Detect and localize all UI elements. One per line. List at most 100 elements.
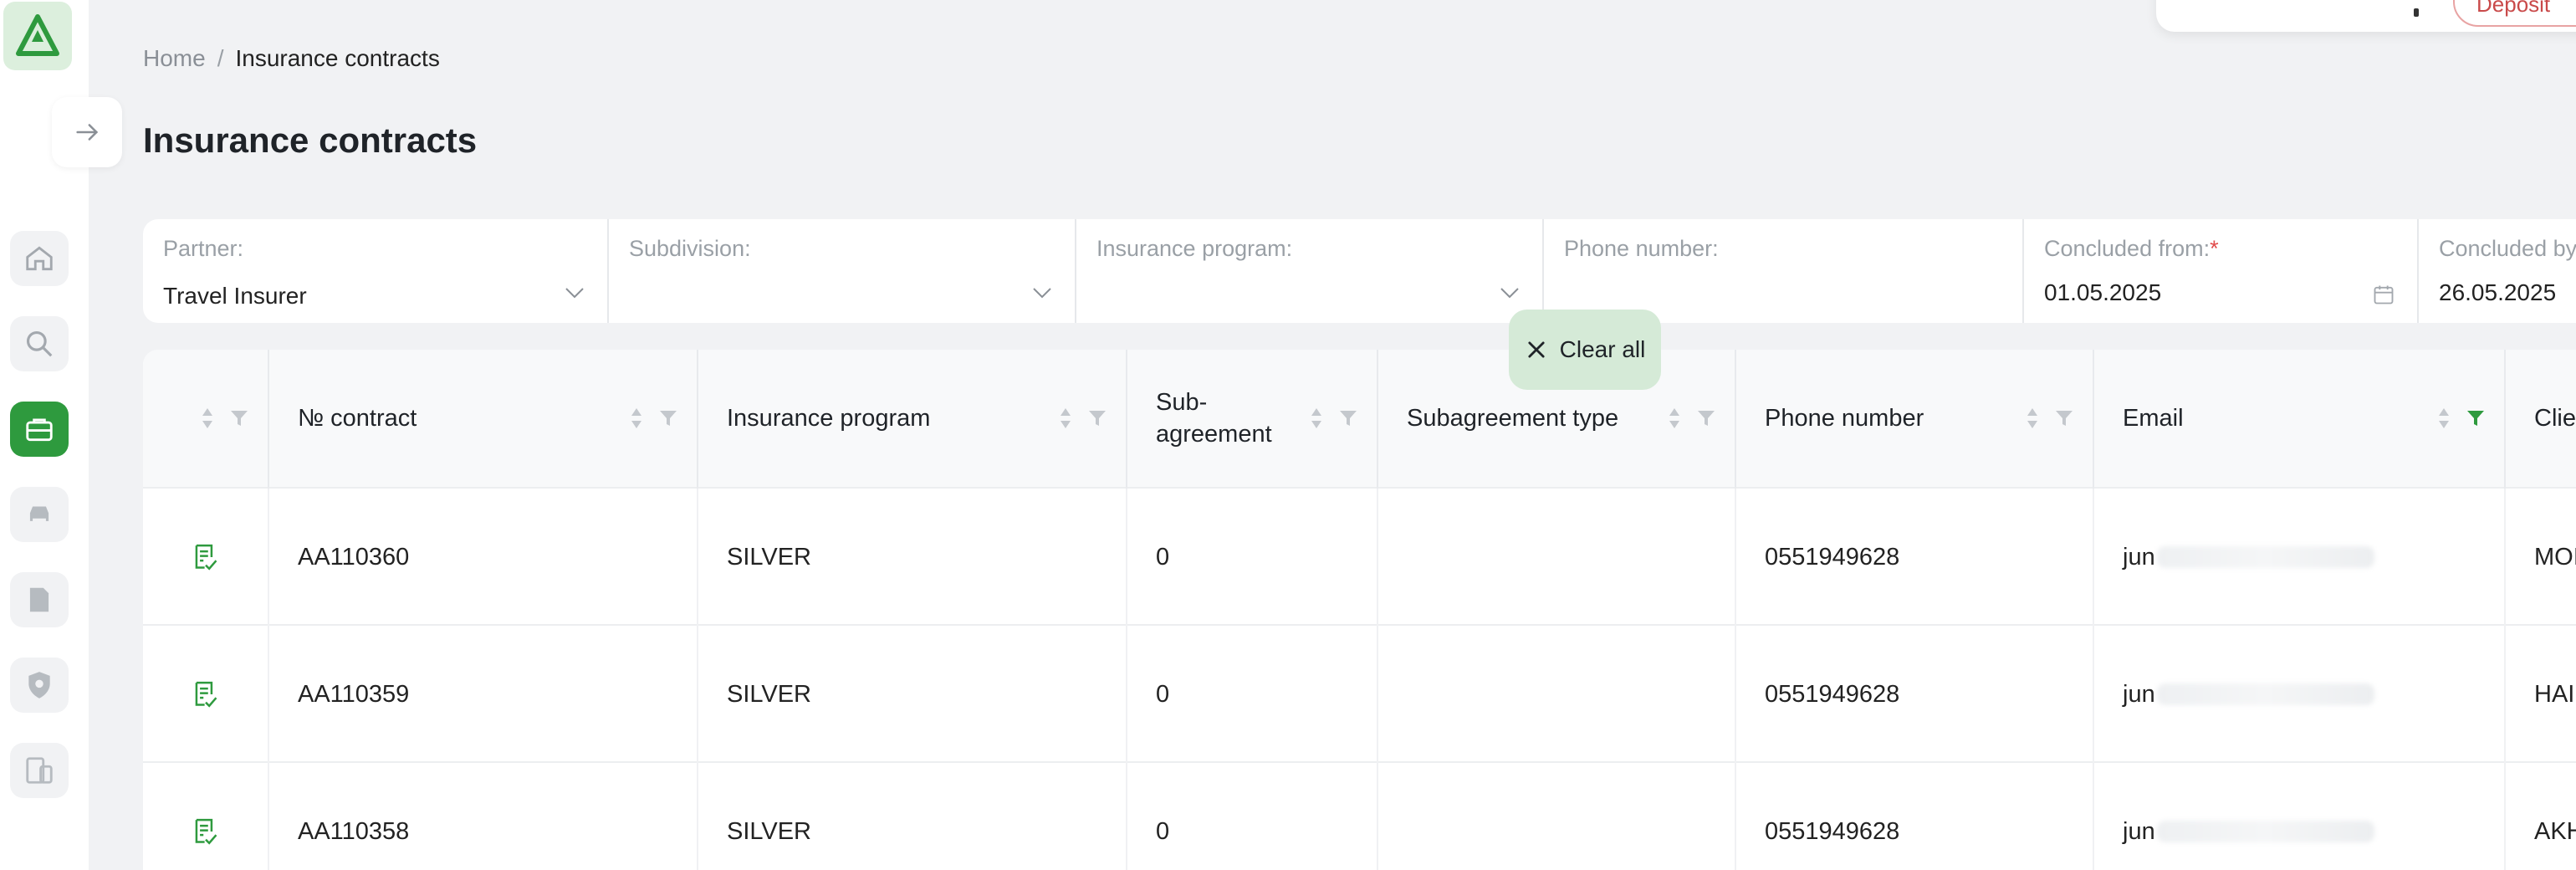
car-icon bbox=[29, 506, 49, 521]
sidebar-collapse-button[interactable] bbox=[52, 97, 122, 167]
column-header-email[interactable]: Email bbox=[2094, 350, 2506, 489]
document-icon bbox=[29, 587, 49, 612]
sort-icon[interactable] bbox=[1059, 407, 1072, 430]
filter-icon[interactable] bbox=[1696, 409, 1716, 427]
required-mark: * bbox=[2210, 236, 2219, 261]
contract-signed-icon[interactable] bbox=[192, 679, 220, 709]
insurance-program-label: Insurance program: bbox=[1096, 236, 1293, 261]
chevron-down-icon bbox=[1500, 288, 1519, 299]
contracts-table: № contract Insurance program Sub-agreeme… bbox=[143, 350, 2576, 870]
filter-icon[interactable] bbox=[658, 409, 678, 427]
sort-icon[interactable] bbox=[2437, 407, 2451, 430]
filter-active-icon[interactable] bbox=[2466, 409, 2486, 427]
sort-icon[interactable] bbox=[630, 407, 643, 430]
chevron-down-icon bbox=[1033, 288, 1051, 299]
column-controls bbox=[2026, 407, 2074, 430]
table-row[interactable]: AA110360 SILVER 0 0551949628 jun MOI bbox=[143, 489, 2576, 626]
page-title: Insurance contracts bbox=[143, 120, 478, 160]
concluded-from-label-text: Concluded from: bbox=[2044, 236, 2211, 261]
subagreement-cell: 0 bbox=[1127, 626, 1378, 763]
shield-icon bbox=[28, 672, 50, 699]
sidebar-item-documents[interactable] bbox=[10, 572, 69, 627]
email-cell: jun bbox=[2094, 626, 2506, 763]
breadcrumb-home-link[interactable]: Home bbox=[143, 45, 206, 71]
sidebar-item-vehicles[interactable] bbox=[10, 487, 69, 542]
sidebar-item-security[interactable] bbox=[10, 658, 69, 713]
close-icon bbox=[1528, 341, 1545, 358]
column-label: № contract bbox=[298, 405, 417, 432]
subdivision-select[interactable]: Subdivision: bbox=[609, 219, 1076, 323]
contract-signed-icon[interactable] bbox=[192, 816, 220, 847]
column-header-subagreement[interactable]: Sub-agreement bbox=[1127, 350, 1378, 489]
concluded-from-label: Concluded from:* bbox=[2044, 236, 2219, 262]
column-controls bbox=[1059, 407, 1107, 430]
sort-icon[interactable] bbox=[1310, 407, 1323, 430]
column-header-actions bbox=[143, 350, 269, 489]
contract-signed-icon[interactable] bbox=[192, 542, 220, 572]
column-controls bbox=[1310, 407, 1358, 430]
column-controls bbox=[201, 407, 249, 430]
sort-icon[interactable] bbox=[2026, 407, 2039, 430]
table-header: № contract Insurance program Sub-agreeme… bbox=[143, 350, 2576, 489]
filter-icon[interactable] bbox=[229, 409, 249, 427]
concluded-by-label: Concluded by bbox=[2439, 236, 2576, 261]
sort-icon[interactable] bbox=[1668, 407, 1681, 430]
phone-number-input[interactable]: Phone number: bbox=[1544, 219, 2024, 323]
phone-number-cell: 0551949628 bbox=[1736, 626, 2094, 763]
breadcrumb: Home / Insurance contracts bbox=[143, 45, 440, 72]
sidebar-item-contracts[interactable] bbox=[10, 402, 69, 457]
column-controls bbox=[630, 407, 678, 430]
subagreement-type-cell bbox=[1378, 489, 1736, 626]
deposit-button[interactable]: Deposit bbox=[2453, 0, 2576, 27]
clear-all-button[interactable]: Clear all bbox=[1509, 310, 1661, 390]
sidebar-item-home[interactable] bbox=[10, 231, 69, 286]
subdivision-label: Subdivision: bbox=[629, 236, 751, 261]
insurance-program-cell: SILVER bbox=[698, 763, 1127, 870]
partner-select[interactable]: Partner: Travel Insurer bbox=[143, 219, 609, 323]
redacted-email bbox=[2156, 546, 2374, 568]
email-cell: jun bbox=[2094, 763, 2506, 870]
column-controls bbox=[2437, 407, 2486, 430]
subagreement-type-cell bbox=[1378, 626, 1736, 763]
column-header-insurance-program[interactable]: Insurance program bbox=[698, 350, 1127, 489]
home-icon bbox=[26, 246, 53, 271]
breadcrumb-separator: / bbox=[217, 45, 224, 71]
breadcrumb-current: Insurance contracts bbox=[235, 45, 440, 71]
column-label: Sub-agreement bbox=[1156, 389, 1272, 448]
client-cell: MOI bbox=[2534, 543, 2576, 571]
contract-number-cell: AA110359 bbox=[269, 626, 698, 763]
app-logo[interactable] bbox=[3, 2, 72, 70]
email-cell: jun bbox=[2094, 489, 2506, 626]
briefcase-icon bbox=[26, 418, 53, 442]
column-header-contract[interactable]: № contract bbox=[269, 350, 698, 489]
filter-icon[interactable] bbox=[1338, 409, 1358, 427]
subagreement-cell: 0 bbox=[1127, 763, 1378, 870]
column-label: Client bbox=[2534, 405, 2576, 432]
sidebar-item-devices[interactable] bbox=[10, 743, 69, 798]
insurance-program-select[interactable]: Insurance program: bbox=[1076, 219, 1544, 323]
sort-icon[interactable] bbox=[201, 407, 214, 430]
table-row[interactable]: AA110359 SILVER 0 0551949628 jun HAI bbox=[143, 626, 2576, 763]
subagreement-type-cell bbox=[1378, 763, 1736, 870]
phone-number-cell: 0551949628 bbox=[1736, 763, 2094, 870]
table-row[interactable]: AA110358 SILVER 0 0551949628 jun AKH bbox=[143, 763, 2576, 870]
client-cell: AKH bbox=[2534, 817, 2576, 845]
concluded-from-datepicker[interactable]: Concluded from:* 01.05.2025 bbox=[2024, 219, 2419, 323]
row-status-cell bbox=[143, 489, 269, 626]
concluded-from-value: 01.05.2025 bbox=[2044, 279, 2162, 305]
sidebar-item-search[interactable] bbox=[10, 316, 69, 371]
concluded-by-datepicker[interactable]: Concluded by 26.05.2025 bbox=[2419, 219, 2576, 323]
insurance-program-cell: SILVER bbox=[698, 626, 1127, 763]
contract-number-cell: AA110358 bbox=[269, 763, 698, 870]
concluded-by-value: 26.05.2025 bbox=[2439, 279, 2557, 305]
filter-icon[interactable] bbox=[1087, 409, 1107, 427]
filter-bar: Partner: Travel Insurer Subdivision: Ins… bbox=[143, 219, 2576, 323]
filter-icon[interactable] bbox=[2054, 409, 2074, 427]
column-header-phone-number[interactable]: Phone number bbox=[1736, 350, 2094, 489]
subagreement-cell: 0 bbox=[1127, 489, 1378, 626]
phone-number-label: Phone number: bbox=[1564, 236, 1719, 261]
clear-all-label: Clear all bbox=[1559, 336, 1646, 362]
email-text: jun bbox=[2123, 543, 2155, 571]
calendar-icon[interactable] bbox=[2372, 283, 2395, 306]
column-header-client[interactable]: Client bbox=[2506, 350, 2576, 489]
